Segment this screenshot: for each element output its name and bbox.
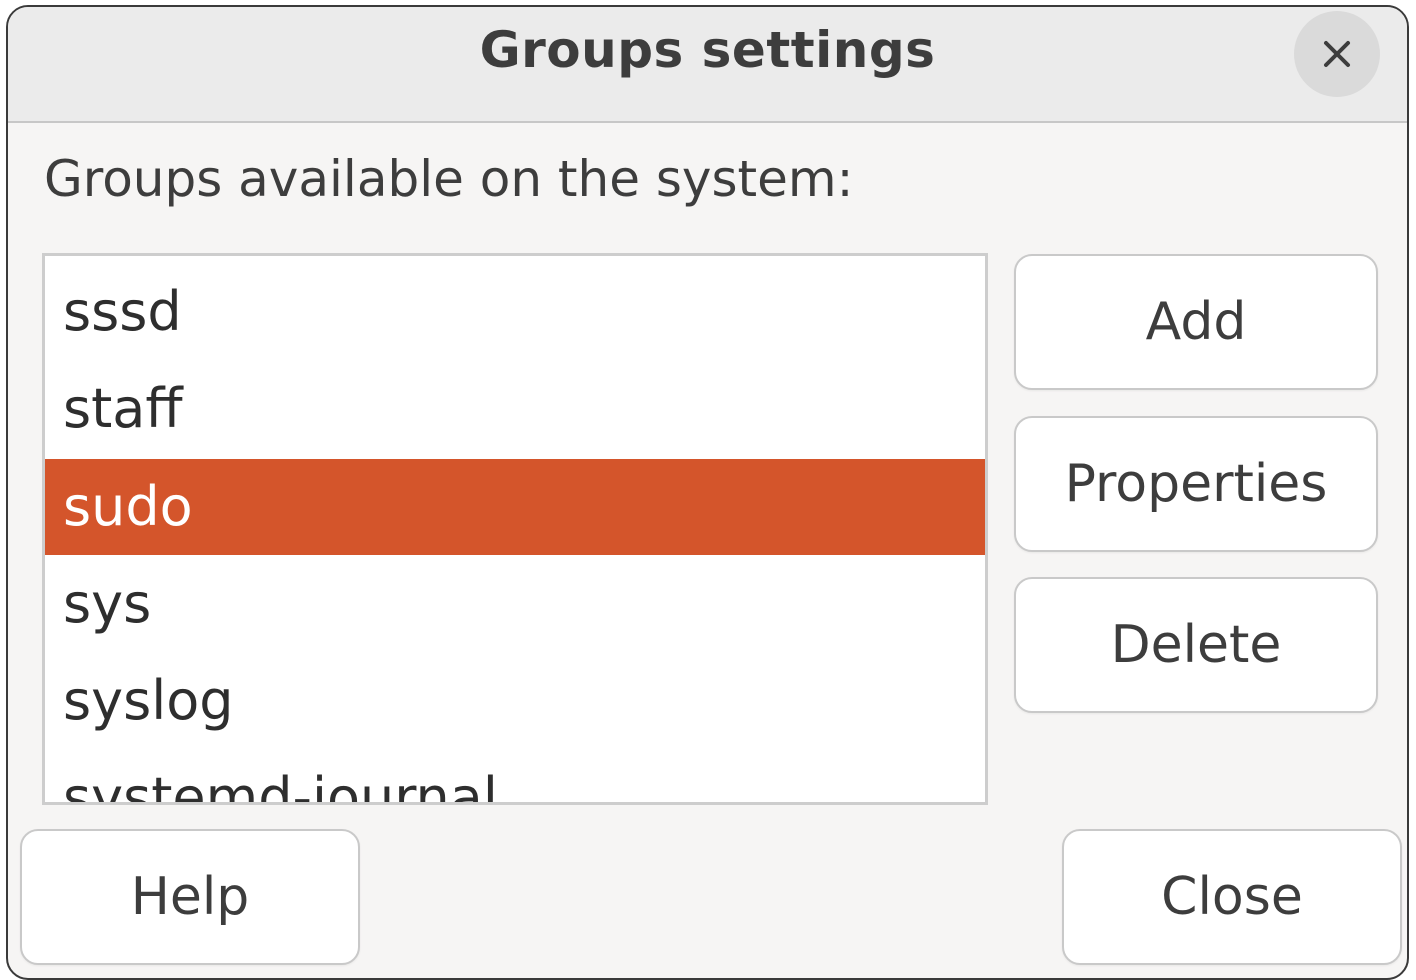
list-item-systemd-journal[interactable]: systemd-journal: [45, 750, 985, 802]
list-item-sudo[interactable]: sudo: [45, 459, 985, 555]
groups-settings-dialog: Groups settings Groups available on the …: [6, 5, 1409, 980]
list-item-syslog[interactable]: syslog: [45, 653, 985, 749]
dialog-title: Groups settings: [479, 21, 936, 79]
list-item-staff[interactable]: staff: [45, 361, 985, 457]
properties-button[interactable]: Properties: [1014, 416, 1378, 552]
delete-button[interactable]: Delete: [1014, 577, 1378, 713]
groups-available-label: Groups available on the system:: [44, 150, 854, 208]
close-icon: [1324, 41, 1350, 67]
groups-list[interactable]: sssd staff sudo sys syslog systemd-journ…: [42, 253, 988, 805]
window-close-button[interactable]: [1294, 11, 1380, 97]
titlebar: Groups settings: [8, 7, 1407, 123]
list-item-sys[interactable]: sys: [45, 556, 985, 652]
help-button[interactable]: Help: [20, 829, 360, 965]
close-button[interactable]: Close: [1062, 829, 1402, 965]
add-button[interactable]: Add: [1014, 254, 1378, 390]
list-item-sssd[interactable]: sssd: [45, 264, 985, 360]
